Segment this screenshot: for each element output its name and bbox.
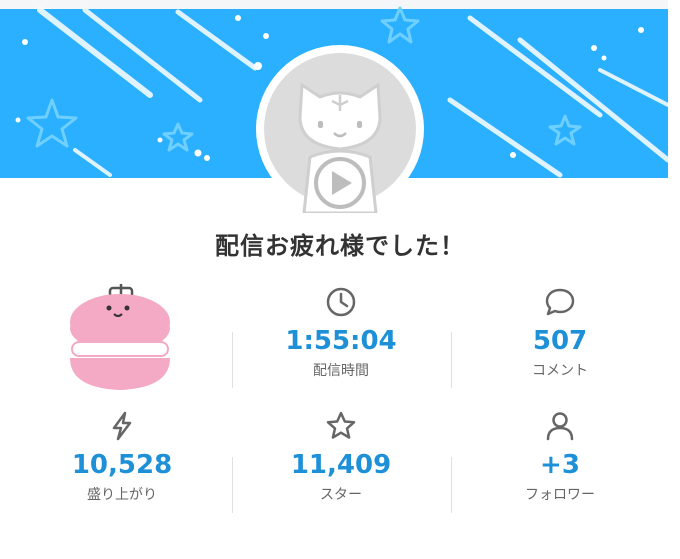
stat-label: フォロワー — [525, 487, 595, 503]
stat-excitement: 10,528 盛り上がり — [32, 410, 212, 504]
divider — [451, 332, 452, 388]
stat-label: スター — [320, 487, 362, 503]
person-icon — [546, 412, 574, 441]
stat-value: 507 — [532, 326, 588, 356]
stat-comments: 507 コメント — [470, 286, 650, 380]
macaron-sticker — [60, 280, 180, 400]
stat-value: +3 — [540, 450, 580, 480]
cat-avatar-icon — [256, 45, 424, 215]
right-gutter — [668, 0, 680, 559]
clock-icon — [326, 287, 356, 317]
stat-value: 10,528 — [71, 450, 173, 480]
speech-bubble-icon — [545, 288, 575, 316]
broadcaster-avatar[interactable] — [256, 45, 424, 215]
star-icon — [326, 411, 356, 439]
macaron-character-icon — [70, 284, 170, 390]
stat-value: 11,409 — [290, 450, 392, 480]
divider — [451, 457, 452, 513]
lightning-icon — [112, 411, 132, 441]
stat-stars: 11,409 スター — [251, 410, 431, 504]
stat-label: 盛り上がり — [87, 487, 157, 503]
divider — [232, 332, 233, 388]
stat-value: 1:55:04 — [285, 326, 397, 356]
divider — [232, 457, 233, 513]
page-title: 配信お疲れ様でした！ — [215, 232, 465, 260]
stream-summary-screen: 配信お疲れ様でした！ 1:55:04 配信時間 507 コメント 10,528 … — [0, 0, 680, 559]
stat-label: コメント — [532, 363, 588, 379]
stat-label: 配信時間 — [313, 363, 369, 379]
stat-duration: 1:55:04 配信時間 — [251, 286, 431, 380]
stat-followers: +3 フォロワー — [470, 410, 650, 504]
